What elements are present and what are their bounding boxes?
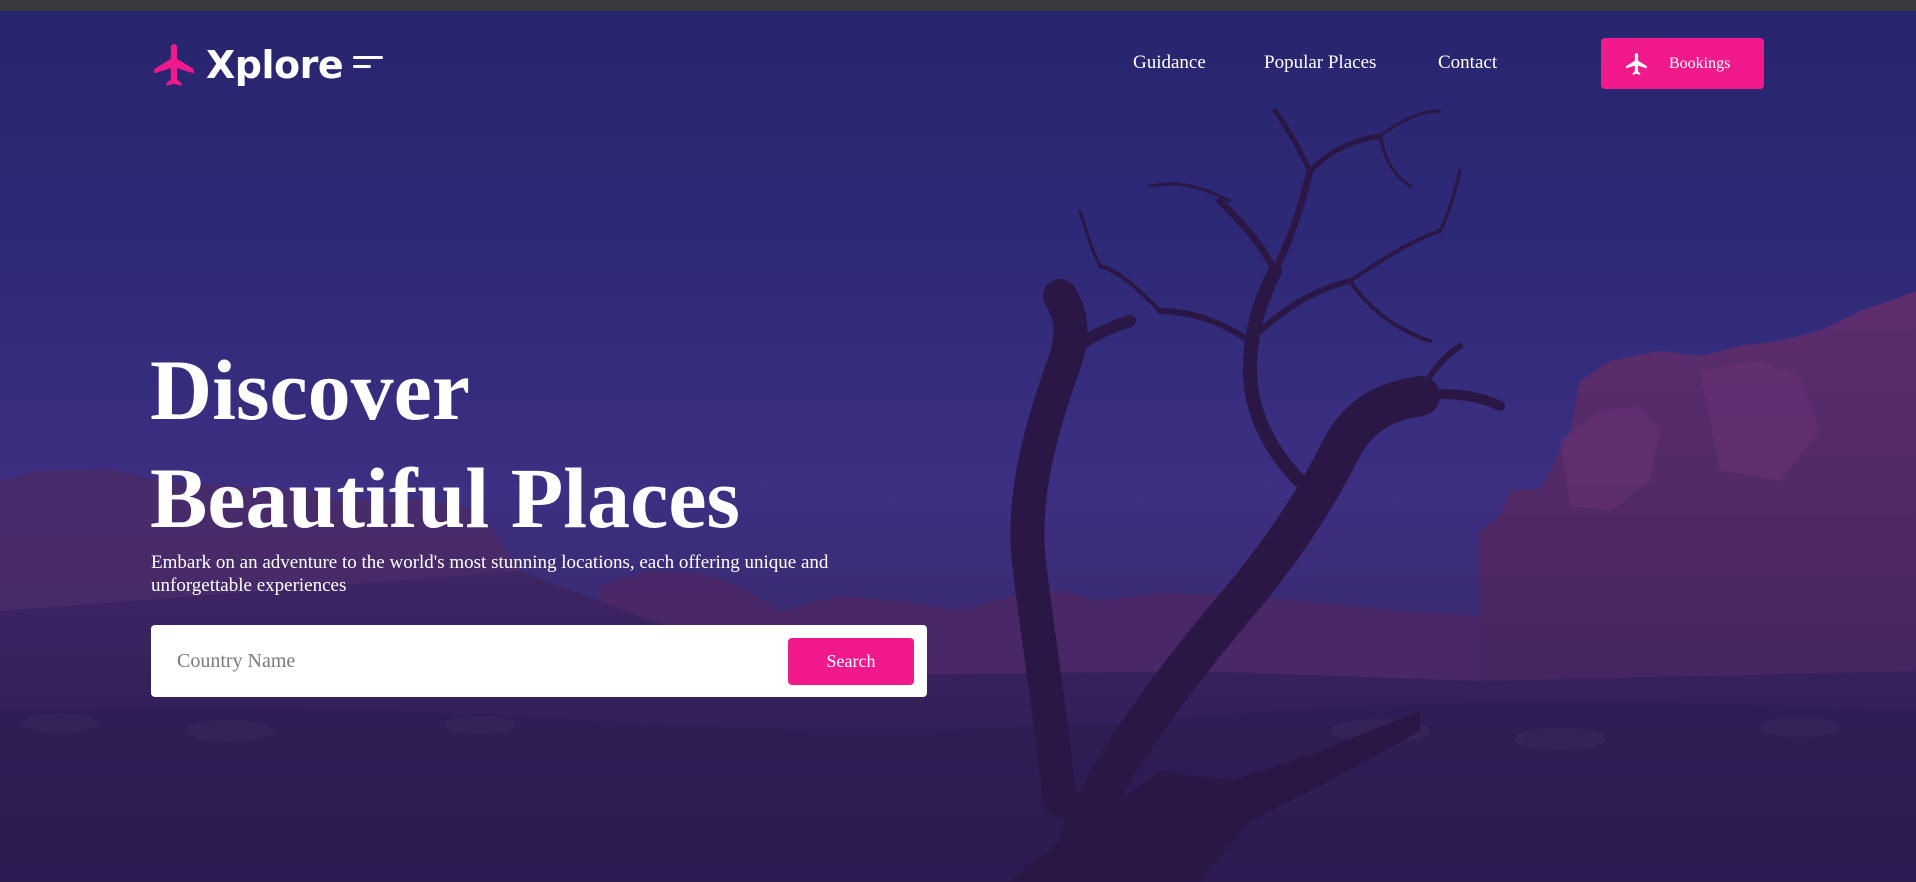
- bookings-button[interactable]: Bookings: [1601, 38, 1764, 89]
- headline-line-1: Discover: [150, 342, 470, 438]
- hero-subtitle: Embark on an adventure to the world's mo…: [151, 552, 829, 596]
- bookings-label: Bookings: [1669, 54, 1731, 72]
- brand-logo[interactable]: Xplore: [150, 37, 384, 93]
- nav-link-contact[interactable]: Contact: [1438, 52, 1497, 74]
- search-bar: Search: [151, 625, 927, 697]
- search-button[interactable]: Search: [788, 638, 914, 685]
- airplane-icon: [154, 44, 194, 86]
- menu-lines-icon[interactable]: [353, 54, 384, 72]
- nav-link-guidance[interactable]: Guidance: [1133, 52, 1206, 74]
- hero-headline: Discover Beautiful Places: [150, 336, 740, 552]
- browser-top-strip: [0, 0, 1916, 11]
- nav-link-popular-places[interactable]: Popular Places: [1264, 52, 1376, 74]
- headline-line-2: Beautiful Places: [150, 450, 740, 546]
- brand-name: Xplore: [206, 43, 344, 87]
- hero-section: Xplore Guidance Popular Places Contact B…: [0, 11, 1916, 882]
- airplane-icon: [1626, 52, 1647, 75]
- country-search-input[interactable]: [151, 625, 771, 697]
- top-navigation: Xplore Guidance Popular Places Contact B…: [0, 11, 1916, 121]
